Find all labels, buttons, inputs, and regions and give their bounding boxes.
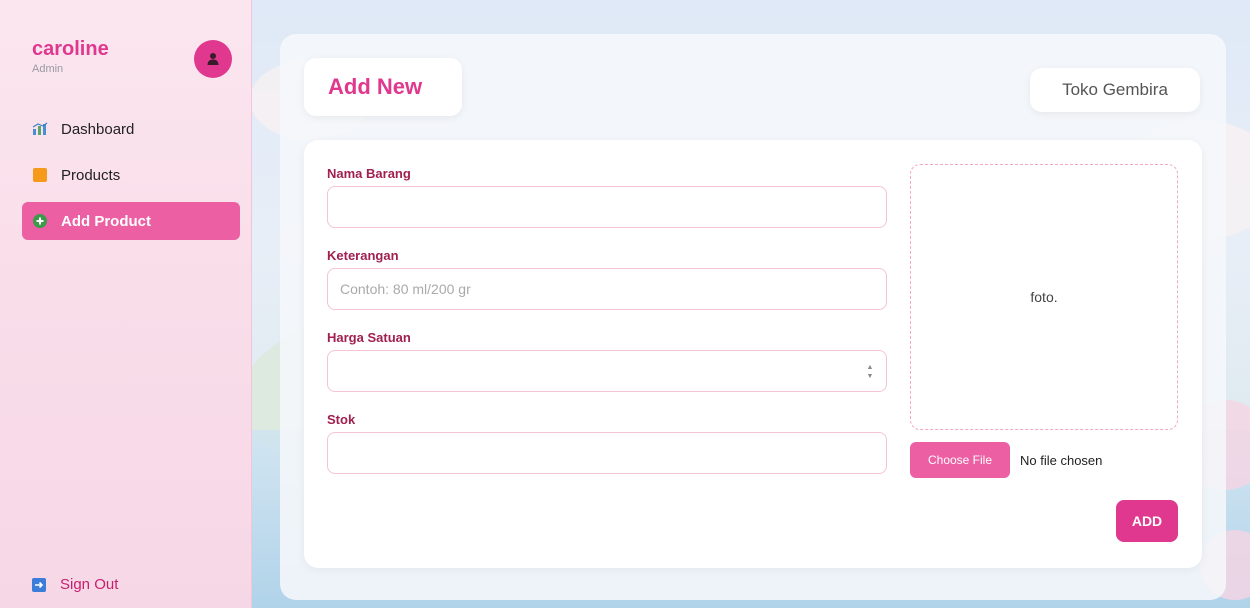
add-button[interactable]: ADD xyxy=(1116,500,1178,542)
choose-file-button[interactable]: Choose File xyxy=(910,442,1010,478)
sign-out-button[interactable]: Sign Out xyxy=(32,576,118,593)
file-status-text: No file chosen xyxy=(1020,453,1103,468)
photo-placeholder-text: foto. xyxy=(1030,289,1058,305)
sign-out-icon xyxy=(32,577,46,592)
plus-circle-icon xyxy=(32,213,48,229)
stok-input[interactable] xyxy=(327,432,887,474)
sidebar-item-add-product[interactable]: Add Product xyxy=(22,202,240,240)
sign-out-label: Sign Out xyxy=(60,576,119,593)
user-name: caroline xyxy=(32,38,109,60)
number-stepper-icon[interactable]: ▲ ▼ xyxy=(866,364,874,380)
sidebar: caroline Admin Dashboard Products Add Pr… xyxy=(0,0,252,608)
nama-barang-label: Nama Barang xyxy=(327,166,411,181)
sidebar-nav: Dashboard Products Add Product xyxy=(22,110,240,248)
add-product-form: Nama Barang Keterangan Harga Satuan ▲▼ S… xyxy=(304,140,1202,568)
nama-barang-input[interactable] xyxy=(327,186,887,228)
user-role: Admin xyxy=(32,63,64,75)
page-title: Add New xyxy=(304,58,462,116)
keterangan-input[interactable] xyxy=(327,268,887,310)
sidebar-item-label: Products xyxy=(61,166,121,184)
harga-satuan-input[interactable]: ▲ ▼ xyxy=(327,350,887,392)
harga-satuan-label: Harga Satuan xyxy=(327,330,411,345)
main-panel: Add New Toko Gembira Nama Barang Keteran… xyxy=(280,34,1226,600)
photo-preview: foto. xyxy=(910,164,1178,430)
sidebar-item-dashboard[interactable]: Dashboard xyxy=(22,110,240,148)
sidebar-item-label: Dashboard xyxy=(61,120,135,138)
box-icon xyxy=(32,167,48,183)
store-name-badge: Toko Gembira xyxy=(1030,68,1200,112)
avatar[interactable] xyxy=(194,40,232,78)
user-profile: caroline Admin xyxy=(32,38,109,75)
sidebar-item-products[interactable]: Products xyxy=(22,156,240,194)
stok-label: Stok xyxy=(327,412,356,427)
user-icon xyxy=(207,53,219,65)
keterangan-label: Keterangan xyxy=(327,248,399,263)
chart-icon xyxy=(32,121,48,137)
sidebar-item-label: Add Product xyxy=(61,212,151,230)
